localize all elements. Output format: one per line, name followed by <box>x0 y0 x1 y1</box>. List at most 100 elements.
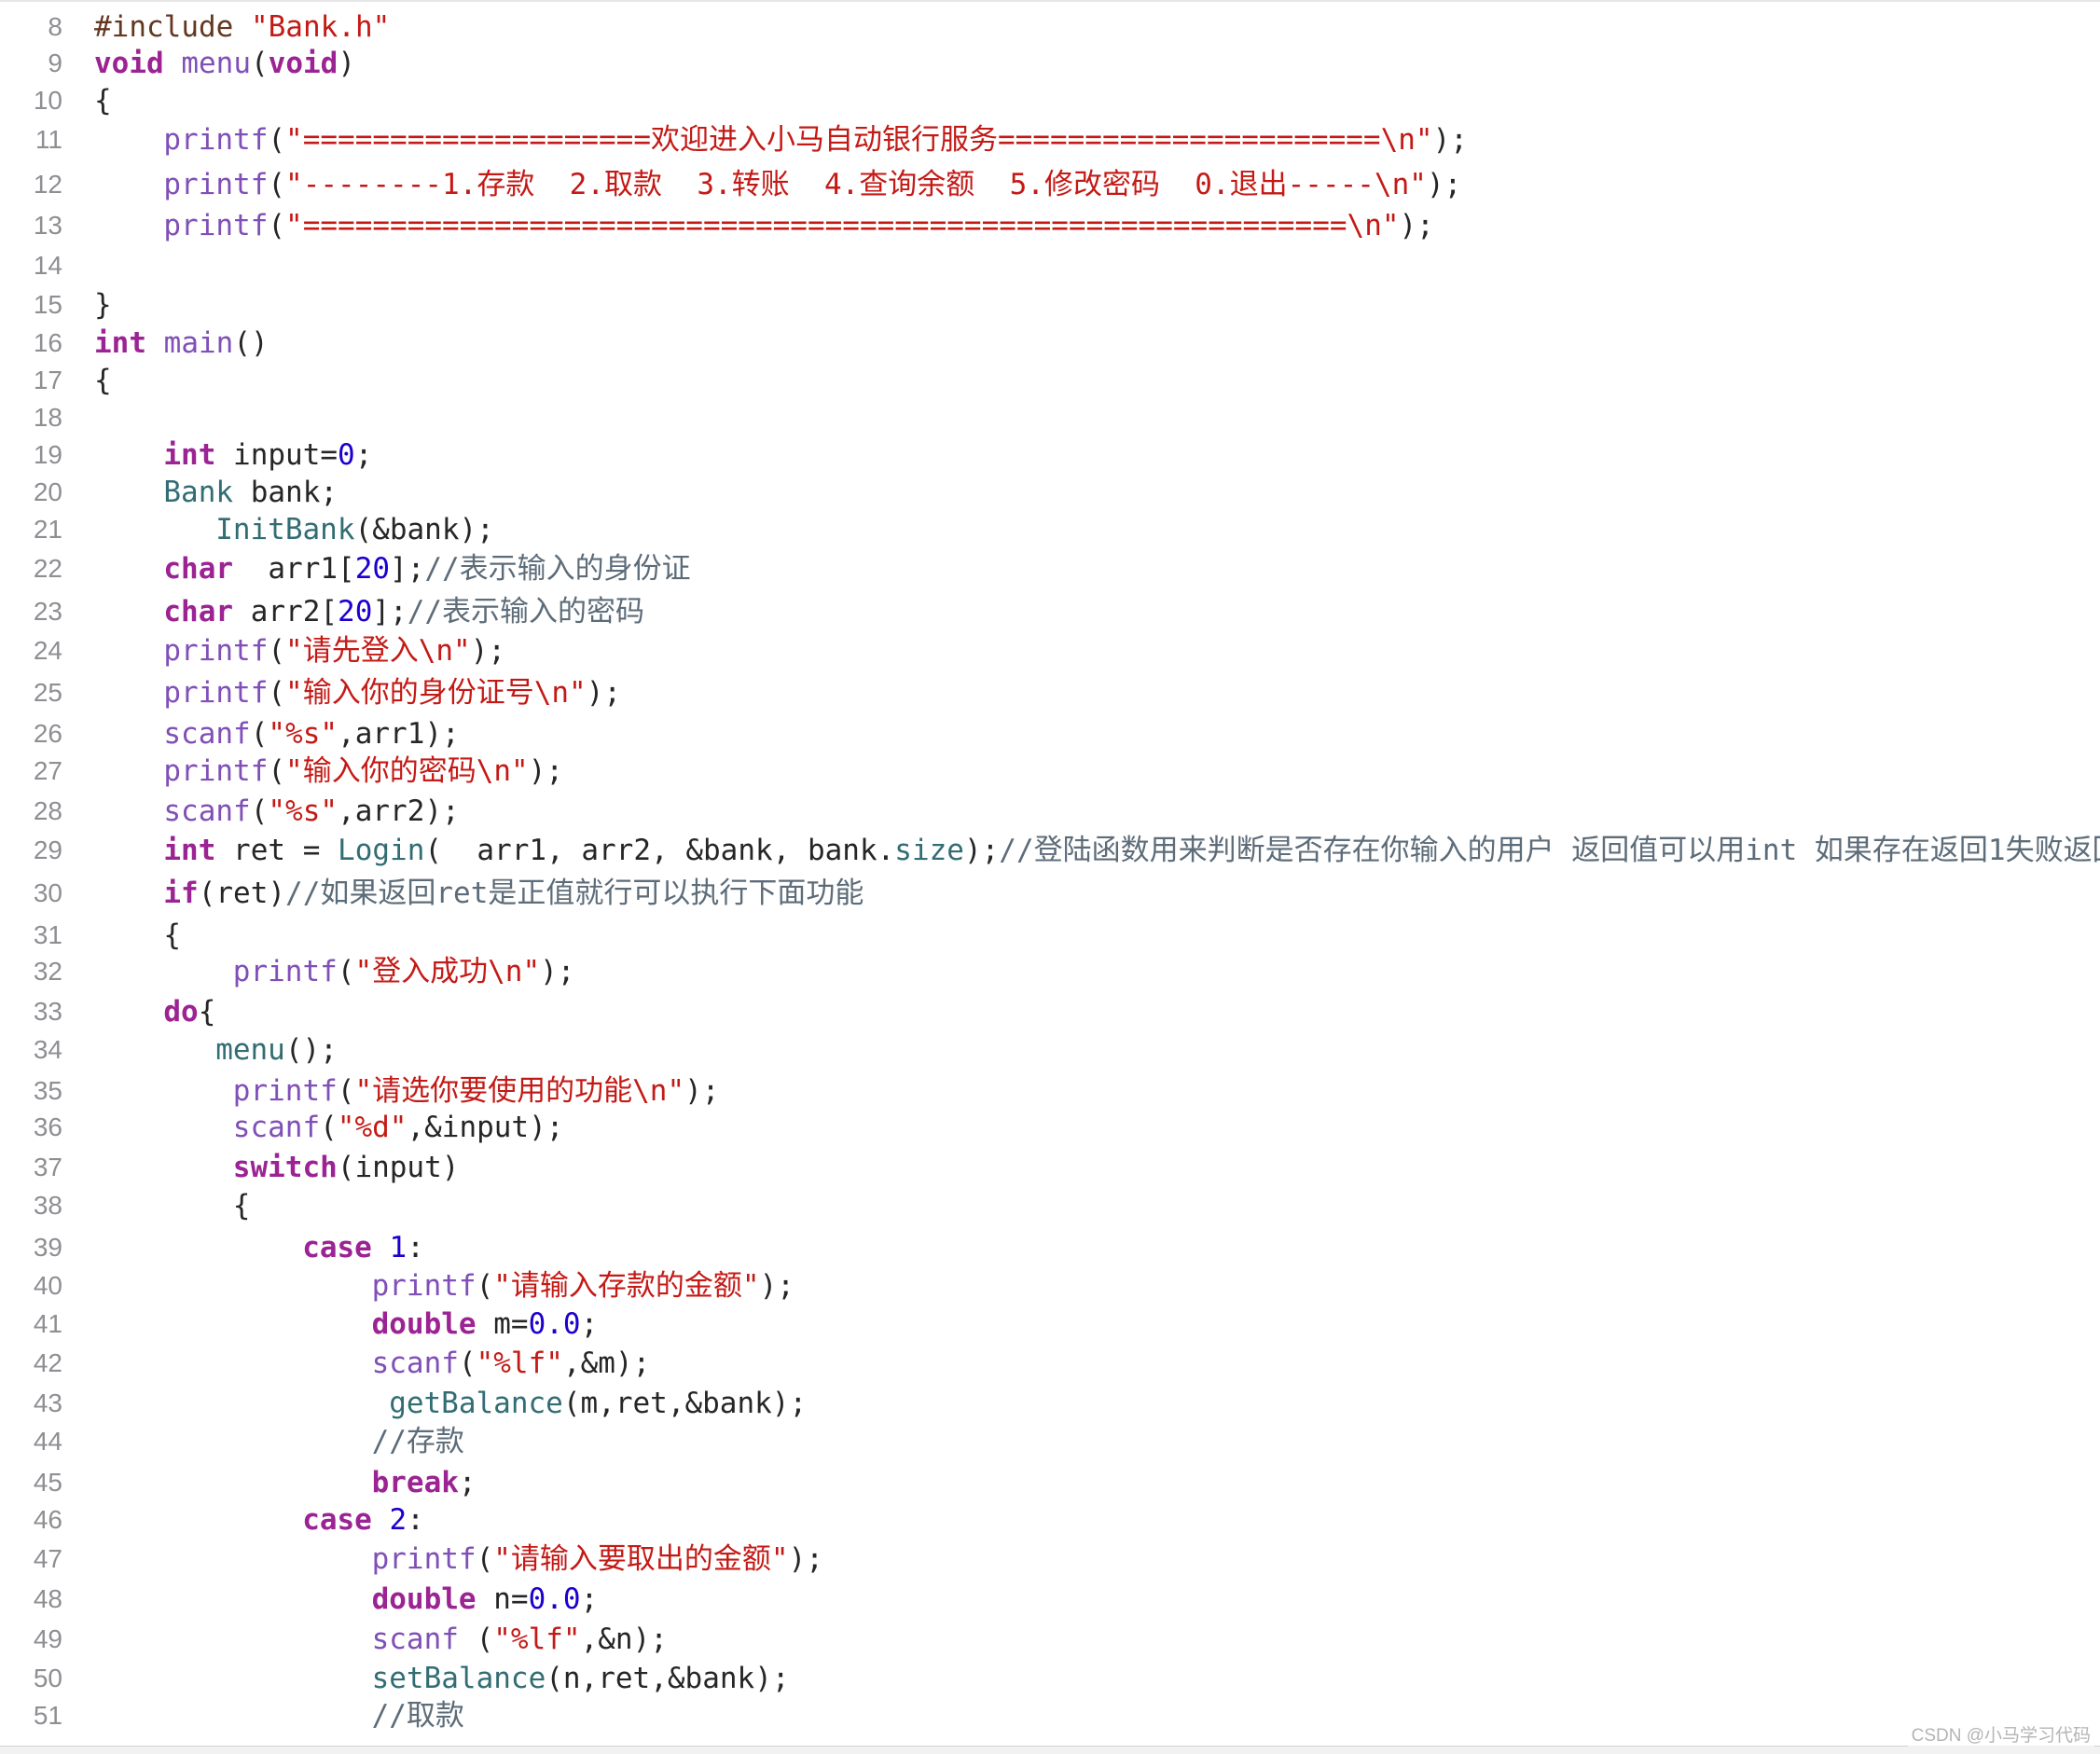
code-text: double n=0.0; <box>372 1581 599 1618</box>
code-line[interactable]: 24 printf("请先登入\n"); <box>0 632 2100 670</box>
code-text: menu(); <box>215 1031 338 1069</box>
code-line[interactable]: 12 printf("--------1.存款 2.取款 3.转账 4.查询余额 … <box>0 166 2100 203</box>
code-text: scanf("%d",&input); <box>233 1109 564 1146</box>
line-number: 42 <box>33 1348 62 1377</box>
line-number: 28 <box>33 796 62 825</box>
code-line[interactable]: 28 scanf("%s",arr2); <box>0 793 2100 830</box>
code-line[interactable]: 27 printf("输入你的密码\n"); <box>0 753 2100 790</box>
code-line[interactable]: 49 scanf ("%lf",&n); <box>0 1621 2100 1658</box>
code-text: int input=0; <box>163 436 372 474</box>
line-number: 18 <box>33 403 62 432</box>
code-token: printf <box>163 168 269 201</box>
code-token: ,arr1); <box>338 717 460 751</box>
code-line[interactable]: 48 double n=0.0; <box>0 1581 2100 1618</box>
code-line[interactable]: 22 char arr1[20];//表示输入的身份证 <box>0 550 2100 587</box>
code-token: scanf <box>163 717 251 751</box>
code-text: { <box>94 362 112 399</box>
code-text: if(ret)//如果返回ret是正值就行可以执行下面功能 <box>163 875 863 912</box>
line-number: 23 <box>33 597 62 626</box>
code-token: //取款 <box>371 1699 464 1733</box>
code-line[interactable]: 20 Bank bank; <box>0 474 2100 511</box>
code-token: { <box>198 995 216 1029</box>
code-token: ( <box>268 634 286 668</box>
code-token: int <box>94 326 146 360</box>
code-line[interactable]: 39 case 1: <box>0 1229 2100 1266</box>
code-token: ]; <box>372 595 408 628</box>
line-number: 14 <box>33 251 62 280</box>
code-token: ( <box>458 1347 477 1380</box>
code-line[interactable]: 33 do{ <box>0 993 2100 1030</box>
line-number: 40 <box>33 1271 62 1300</box>
code-line[interactable]: 14 <box>0 247 2100 284</box>
code-line[interactable]: 23 char arr2[20];//表示输入的密码 <box>0 593 2100 630</box>
code-line[interactable]: 19 int input=0; <box>0 436 2100 474</box>
line-number: 45 <box>33 1468 62 1497</box>
code-token: { <box>94 364 112 397</box>
line-number: 39 <box>33 1233 62 1262</box>
code-line[interactable]: 38 { <box>0 1187 2100 1224</box>
code-line[interactable]: 21 InitBank(&bank); <box>0 511 2100 548</box>
code-line[interactable]: 8 #include "Bank.h" <box>0 8 2100 46</box>
code-line[interactable]: 11 printf("====================欢迎进入小马自动银行… <box>0 121 2100 159</box>
code-line[interactable]: 40 printf("请输入存款的金额"); <box>0 1267 2100 1305</box>
code-line[interactable]: 43 getBalance(m,ret,&bank); <box>0 1385 2100 1422</box>
code-text: { <box>163 917 181 954</box>
code-token: "登入成功\n" <box>354 955 541 988</box>
code-token: (ret) <box>198 877 286 910</box>
code-token: scanf <box>232 1111 321 1144</box>
line-number: 20 <box>33 477 62 506</box>
code-line[interactable]: 18 <box>0 399 2100 436</box>
code-line[interactable]: 15} <box>0 286 2100 324</box>
code-token: ,&m); <box>562 1347 651 1380</box>
code-token: n= <box>476 1582 529 1616</box>
line-number: 13 <box>33 211 62 240</box>
code-text: char arr2[20];//表示输入的密码 <box>163 593 644 630</box>
code-line[interactable]: 44 //存款 <box>0 1423 2100 1460</box>
code-token: : <box>407 1503 424 1537</box>
line-number: 41 <box>33 1309 62 1338</box>
code-line[interactable]: 47 printf("请输入要取出的金额"); <box>0 1540 2100 1578</box>
code-token: "%s" <box>268 794 338 828</box>
code-text: //取款 <box>372 1697 464 1734</box>
code-token: char <box>163 552 234 586</box>
code-line[interactable]: 13 printf("==============================… <box>0 207 2100 244</box>
code-token: (input) <box>337 1151 460 1184</box>
code-line[interactable]: 41 double m=0.0; <box>0 1305 2100 1343</box>
code-token: int <box>163 834 216 867</box>
code-token: int <box>163 438 216 472</box>
code-line[interactable]: 30 if(ret)//如果返回ret是正值就行可以执行下面功能 <box>0 875 2100 912</box>
code-line[interactable]: 50 setBalance(n,ret,&bank); <box>0 1660 2100 1697</box>
code-line[interactable]: 9 void menu(void) <box>0 45 2100 82</box>
code-editor[interactable]: 8 #include "Bank.h" 9 void menu(void) 10{11 p… <box>0 0 2100 1753</box>
code-line[interactable]: 25 printf("输入你的身份证号\n"); <box>0 674 2100 711</box>
code-token: case <box>302 1231 372 1264</box>
code-token: "请选你要使用的功能\n" <box>354 1074 685 1108</box>
line-number: 12 <box>33 170 62 199</box>
code-token: ( <box>268 676 286 710</box>
code-line[interactable]: 31 { <box>0 917 2100 954</box>
code-text: int ret = Login( arr1, arr2, &bank, bank… <box>163 832 2100 869</box>
code-token: //表示输入的密码 <box>407 595 645 628</box>
code-token: "输入你的身份证号\n" <box>285 676 587 710</box>
code-text: printf("请先登入\n"); <box>163 632 505 670</box>
line-number: 44 <box>33 1427 62 1456</box>
code-line[interactable]: 10 { <box>0 82 2100 119</box>
code-line[interactable]: 35 printf("请选你要使用的功能\n"); <box>0 1072 2100 1110</box>
code-line[interactable]: 42 scanf("%lf",&m); <box>0 1345 2100 1382</box>
code-line[interactable]: 34 menu(); <box>0 1031 2100 1069</box>
code-token: ); <box>586 676 622 710</box>
code-line[interactable]: 37 switch(input) <box>0 1149 2100 1186</box>
code-line[interactable]: 16 int main() <box>0 325 2100 362</box>
code-line[interactable]: 29 int ret = Login( arr1, arr2, &bank, ba… <box>0 832 2100 869</box>
line-number: 27 <box>33 756 62 785</box>
code-line[interactable]: 17 { <box>0 362 2100 399</box>
code-line[interactable]: 45 break; <box>0 1464 2100 1501</box>
code-line[interactable]: 32 printf("登入成功\n"); <box>0 953 2100 990</box>
line-number: 25 <box>33 678 62 707</box>
code-line[interactable]: 46 case 2: <box>0 1501 2100 1539</box>
code-line[interactable]: 26 scanf("%s",arr1); <box>0 715 2100 753</box>
code-line[interactable]: 36 scanf("%d",&input); <box>0 1109 2100 1146</box>
code-line[interactable]: 51 //取款 <box>0 1697 2100 1734</box>
line-number: 48 <box>33 1584 62 1613</box>
code-token: printf <box>163 123 269 157</box>
